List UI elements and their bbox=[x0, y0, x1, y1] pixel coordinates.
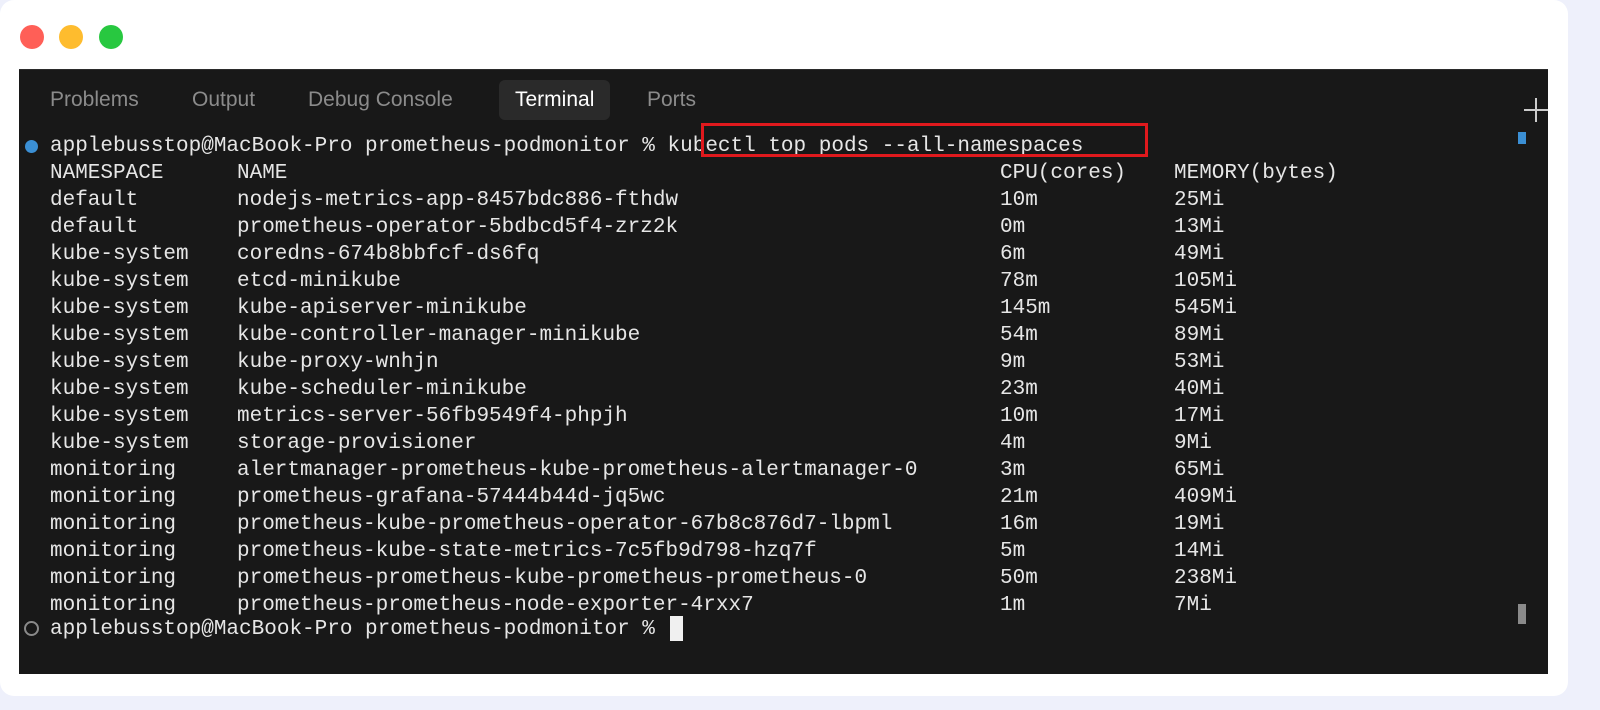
row-memory: 409Mi bbox=[1174, 486, 1238, 509]
row-pod-name: kube-apiserver-minikube bbox=[237, 297, 527, 320]
row-cpu: 1m bbox=[1000, 594, 1026, 617]
close-window-button[interactable] bbox=[20, 25, 44, 49]
row-cpu: 21m bbox=[1000, 486, 1038, 509]
row-pod-name: prometheus-prometheus-kube-prometheus-pr… bbox=[237, 567, 868, 590]
row-cpu: 78m bbox=[1000, 270, 1038, 293]
row-cpu: 9m bbox=[1000, 351, 1026, 374]
row-cpu: 5m bbox=[1000, 540, 1026, 563]
row-memory: 49Mi bbox=[1174, 243, 1225, 266]
row-cpu: 6m bbox=[1000, 243, 1026, 266]
header-name: NAME bbox=[237, 162, 288, 185]
terminal-output[interactable]: applebusstop@MacBook-Pro prometheus-podm… bbox=[19, 70, 1548, 674]
row-cpu: 16m bbox=[1000, 513, 1038, 536]
scrollbar-thumb[interactable] bbox=[1518, 604, 1526, 624]
command-highlight-box bbox=[701, 123, 1148, 157]
row-namespace: kube-system bbox=[50, 324, 189, 347]
maximize-window-button[interactable] bbox=[99, 25, 123, 49]
row-pod-name: etcd-minikube bbox=[237, 270, 401, 293]
row-memory: 40Mi bbox=[1174, 378, 1225, 401]
row-namespace: monitoring bbox=[50, 540, 177, 563]
prompt-idle-ring-icon bbox=[24, 621, 39, 636]
row-namespace: monitoring bbox=[50, 459, 177, 482]
row-cpu: 10m bbox=[1000, 405, 1038, 428]
active-prompt-line[interactable]: applebusstop@MacBook-Pro prometheus-podm… bbox=[50, 616, 683, 643]
row-pod-name: kube-controller-manager-minikube bbox=[237, 324, 641, 347]
row-namespace: kube-system bbox=[50, 405, 189, 428]
row-pod-name: kube-proxy-wnhjn bbox=[237, 351, 439, 374]
row-namespace: kube-system bbox=[50, 297, 189, 320]
row-namespace: monitoring bbox=[50, 594, 177, 617]
row-pod-name: coredns-674b8bbfcf-ds6fq bbox=[237, 243, 540, 266]
row-memory: 9Mi bbox=[1174, 432, 1212, 455]
row-memory: 14Mi bbox=[1174, 540, 1225, 563]
row-memory: 19Mi bbox=[1174, 513, 1225, 536]
app-window: Problems Output Debug Console Terminal P… bbox=[0, 0, 1568, 696]
row-cpu: 4m bbox=[1000, 432, 1026, 455]
row-memory: 105Mi bbox=[1174, 270, 1238, 293]
prompt-text-2: applebusstop@MacBook-Pro prometheus-podm… bbox=[50, 618, 668, 642]
row-pod-name: prometheus-operator-5bdbcd5f4-zrz2k bbox=[237, 216, 679, 239]
row-memory: 7Mi bbox=[1174, 594, 1212, 617]
row-namespace: default bbox=[50, 216, 139, 239]
row-cpu: 54m bbox=[1000, 324, 1038, 347]
row-namespace: monitoring bbox=[50, 513, 177, 536]
row-pod-name: kube-scheduler-minikube bbox=[237, 378, 527, 401]
row-pod-name: prometheus-kube-prometheus-operator-67b8… bbox=[237, 513, 893, 536]
table-header-row: NAMESPACE NAME CPU(cores) MEMORY(bytes) bbox=[50, 160, 1338, 187]
row-pod-name: storage-provisioner bbox=[237, 432, 477, 455]
row-namespace: kube-system bbox=[50, 270, 189, 293]
row-memory: 89Mi bbox=[1174, 324, 1225, 347]
row-namespace: kube-system bbox=[50, 243, 189, 266]
command-status-dot-icon bbox=[25, 140, 38, 153]
prompt-text: applebusstop@MacBook-Pro prometheus-podm… bbox=[50, 135, 668, 158]
row-namespace: monitoring bbox=[50, 486, 177, 509]
scrollbar-marker bbox=[1518, 132, 1526, 144]
row-cpu: 23m bbox=[1000, 378, 1038, 401]
row-cpu: 3m bbox=[1000, 459, 1026, 482]
row-namespace: kube-system bbox=[50, 432, 189, 455]
header-cpu: CPU(cores) bbox=[1000, 162, 1127, 185]
row-memory: 65Mi bbox=[1174, 459, 1225, 482]
row-pod-name: prometheus-prometheus-node-exporter-4rxx… bbox=[237, 594, 754, 617]
row-cpu: 145m bbox=[1000, 297, 1051, 320]
terminal-panel: Problems Output Debug Console Terminal P… bbox=[19, 69, 1548, 674]
row-memory: 53Mi bbox=[1174, 351, 1225, 374]
row-cpu: 50m bbox=[1000, 567, 1038, 590]
row-cpu: 0m bbox=[1000, 216, 1026, 239]
row-namespace: default bbox=[50, 189, 139, 212]
row-cpu: 10m bbox=[1000, 189, 1038, 212]
row-memory: 238Mi bbox=[1174, 567, 1238, 590]
row-pod-name: prometheus-grafana-57444b44d-jq5wc bbox=[237, 486, 666, 509]
row-namespace: monitoring bbox=[50, 567, 177, 590]
header-memory: MEMORY(bytes) bbox=[1174, 162, 1338, 185]
row-namespace: kube-system bbox=[50, 351, 189, 374]
row-pod-name: prometheus-kube-state-metrics-7c5fb9d798… bbox=[237, 540, 817, 563]
terminal-cursor bbox=[669, 616, 683, 641]
row-pod-name: nodejs-metrics-app-8457bdc886-fthdw bbox=[237, 189, 679, 212]
row-memory: 25Mi bbox=[1174, 189, 1225, 212]
header-namespace: NAMESPACE bbox=[50, 162, 164, 185]
row-pod-name: alertmanager-prometheus-kube-prometheus-… bbox=[237, 459, 918, 482]
row-memory: 17Mi bbox=[1174, 405, 1225, 428]
row-memory: 13Mi bbox=[1174, 216, 1225, 239]
row-memory: 545Mi bbox=[1174, 297, 1238, 320]
row-pod-name: metrics-server-56fb9549f4-phpjh bbox=[237, 405, 628, 428]
row-namespace: kube-system bbox=[50, 378, 189, 401]
minimize-window-button[interactable] bbox=[59, 25, 83, 49]
